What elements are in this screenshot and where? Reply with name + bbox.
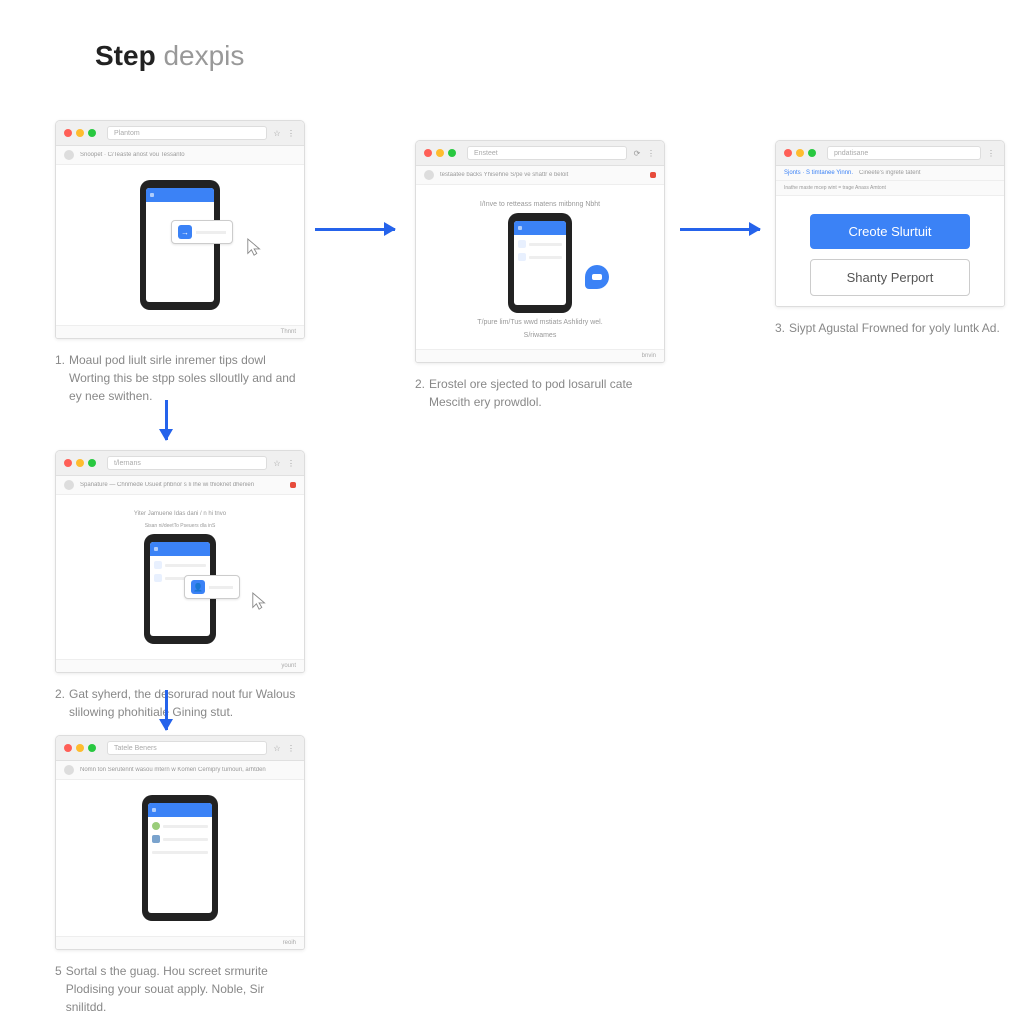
step-4: t/lernans ☆⋮ Spanature — Chnmede Usueit … bbox=[55, 450, 305, 721]
site-icon bbox=[64, 150, 74, 160]
warning-text: I/Inve to retteass matens mitbnng Nbht bbox=[426, 201, 654, 208]
toolbar: Snoopet · C/Teaste anost vou Tessanto bbox=[56, 146, 304, 165]
browser-window-3: pndatisane ⋮ Sjonts · S timtanee Yinnn. … bbox=[775, 140, 1005, 307]
menu-icon[interactable]: ⋮ bbox=[286, 128, 296, 138]
step-2: Ensteet ⟳ ⋮ testaatee backs Yhisehne S/pe… bbox=[415, 140, 665, 411]
window-footer: reoih bbox=[56, 936, 304, 949]
phone-mockup bbox=[508, 213, 572, 313]
alert-icon bbox=[650, 172, 656, 178]
chat-bubble-icon[interactable] bbox=[585, 265, 609, 289]
traffic-lights bbox=[64, 129, 96, 137]
window-titlebar: Plantom ☆ ⋮ bbox=[56, 121, 304, 146]
title-light: dexpis bbox=[163, 40, 244, 71]
window-body: → bbox=[56, 165, 304, 325]
step-2-caption: 2. Erostel ore sjected to pod losarull c… bbox=[415, 375, 665, 411]
arrow-icon: → bbox=[178, 225, 192, 239]
flow-arrow-2 bbox=[680, 228, 760, 231]
star-icon[interactable]: ☆ bbox=[272, 458, 282, 468]
user-icon: 👤 bbox=[191, 580, 205, 594]
menu-icon[interactable]: ⋮ bbox=[646, 148, 656, 158]
callout-popup: 👤 bbox=[184, 575, 240, 599]
step-1: Plantom ☆ ⋮ Snoopet · C/Teaste anost vou… bbox=[55, 120, 305, 405]
step-1-caption: 1. Moaul pod liult sirle inremer tips do… bbox=[55, 351, 305, 405]
sub-toolbar: Inathe maste mcep wint = trage Anass Amt… bbox=[776, 181, 1004, 196]
cursor-icon bbox=[251, 591, 269, 613]
window-body: I/Inve to retteass matens mitbnng Nbht T… bbox=[416, 185, 664, 349]
description-text: T/pure lim/Tus wwd mstiats Ashlidry wel. bbox=[426, 319, 654, 326]
title-bold: Step bbox=[95, 40, 156, 71]
success-text: S/riwames bbox=[426, 332, 654, 339]
window-body: Yiter Jamuene Idas dani / n hi tnvo Sisa… bbox=[56, 495, 304, 659]
maximize-icon[interactable] bbox=[88, 129, 96, 137]
flow-arrow-4 bbox=[165, 690, 168, 730]
flow-arrow-1 bbox=[315, 228, 395, 231]
star-icon[interactable]: ☆ bbox=[272, 743, 282, 753]
window-footer: yount bbox=[56, 659, 304, 672]
window-titlebar: Ensteet ⟳ ⋮ bbox=[416, 141, 664, 166]
share-report-button[interactable]: Shanty Perport bbox=[810, 259, 970, 296]
header-text-a: Yiter Jamuene Idas dani / n hi tnvo bbox=[66, 511, 294, 517]
browser-window-1: Plantom ☆ ⋮ Snoopet · C/Teaste anost vou… bbox=[55, 120, 305, 339]
header-text-b: Sisan ni/deetTo Pseuers dla inS bbox=[66, 523, 294, 529]
window-body bbox=[56, 780, 304, 936]
window-titlebar: Tatele Beners ☆ ⋮ bbox=[56, 736, 304, 761]
window-titlebar: pndatisane ⋮ bbox=[776, 141, 1004, 166]
browser-window-2: Ensteet ⟳ ⋮ testaatee backs Yhisehne S/pe… bbox=[415, 140, 665, 363]
url-bar[interactable]: Tatele Beners bbox=[107, 741, 267, 755]
toolbar: Spanature — Chnmede Usueit phbnor s Ii l… bbox=[56, 476, 304, 495]
chrome-icons: ☆ ⋮ bbox=[272, 128, 296, 138]
step-3: pndatisane ⋮ Sjonts · S timtanee Yinnn. … bbox=[775, 140, 1005, 337]
toolbar: Sjonts · S timtanee Yinnn. Cineete's iri… bbox=[776, 166, 1004, 181]
step-5-caption: 5 Sortal s the guag. Hou screet srmurite… bbox=[55, 962, 305, 1016]
menu-icon[interactable]: ⋮ bbox=[986, 148, 996, 158]
url-bar[interactable]: Ensteet bbox=[467, 146, 627, 160]
url-bar[interactable]: t/lernans bbox=[107, 456, 267, 470]
phone-mockup bbox=[142, 795, 218, 921]
toolbar: Nomn ton Serutennt wasou mtern w Komen C… bbox=[56, 761, 304, 780]
callout-popup: → bbox=[171, 220, 233, 244]
list-item-icon bbox=[518, 240, 526, 248]
refresh-icon[interactable]: ⟳ bbox=[632, 148, 642, 158]
close-icon[interactable] bbox=[64, 129, 72, 137]
avatar-icon bbox=[152, 822, 160, 830]
cursor-icon bbox=[246, 237, 264, 259]
url-bar[interactable]: Plantom bbox=[107, 126, 267, 140]
window-titlebar: t/lernans ☆⋮ bbox=[56, 451, 304, 476]
step-4-caption: 2. Gat syherd, the desorurad nout fur Wa… bbox=[55, 685, 305, 721]
step-5: Tatele Beners ☆ ⋮ Nomn ton Serutennt waso… bbox=[55, 735, 305, 1016]
menu-icon[interactable]: ⋮ bbox=[286, 743, 296, 753]
browser-window-5: Tatele Beners ☆ ⋮ Nomn ton Serutennt waso… bbox=[55, 735, 305, 950]
minimize-icon[interactable] bbox=[76, 129, 84, 137]
step-3-caption: 3. Siypt Agustal Frowned for yoly luntk … bbox=[775, 319, 1005, 337]
star-icon[interactable]: ☆ bbox=[272, 128, 282, 138]
toolbar-text: Snoopet · C/Teaste anost vou Tessanto bbox=[80, 152, 296, 158]
url-bar[interactable]: pndatisane bbox=[827, 146, 981, 160]
window-body: Creote Slurtuit Shanty Perport bbox=[776, 196, 1004, 306]
window-footer: Thnnt bbox=[56, 325, 304, 338]
flow-arrow-3 bbox=[165, 400, 168, 440]
browser-window-4: t/lernans ☆⋮ Spanature — Chnmede Usueit … bbox=[55, 450, 305, 673]
window-footer: bnvin bbox=[416, 349, 664, 362]
page-title: Step dexpis bbox=[95, 40, 244, 72]
phone-mockup bbox=[140, 180, 220, 310]
create-shortcut-button[interactable]: Creote Slurtuit bbox=[810, 214, 970, 249]
alert-icon bbox=[290, 482, 296, 488]
list-item-icon bbox=[152, 835, 160, 843]
toolbar: testaatee backs Yhisehne S/pe ve shattr … bbox=[416, 166, 664, 185]
